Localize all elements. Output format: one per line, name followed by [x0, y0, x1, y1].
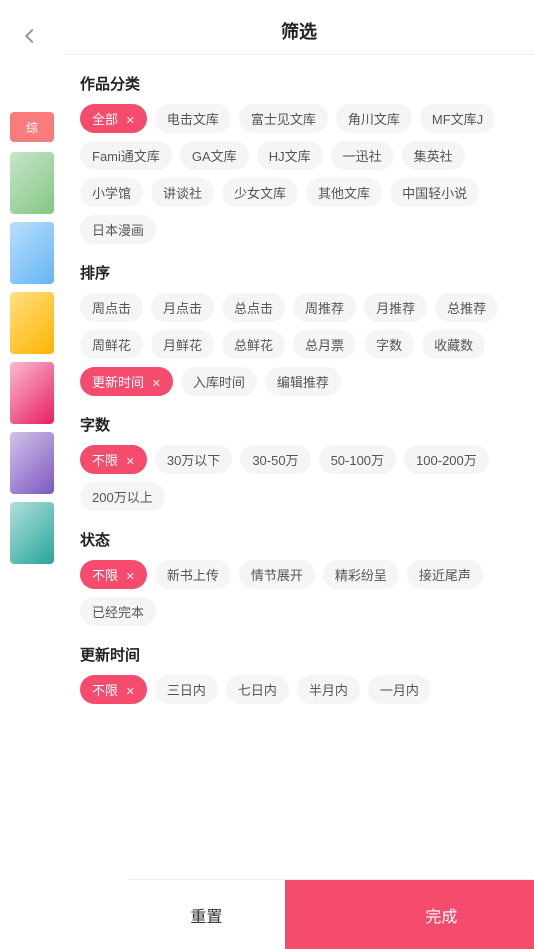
category-title: 作品分类: [80, 73, 518, 94]
tag-wordcount-100-200万[interactable]: 100-200万: [404, 445, 489, 474]
tag-category-ga文库[interactable]: GA文库: [180, 141, 249, 170]
tag-sort-总推荐[interactable]: 总推荐: [435, 293, 498, 322]
tag-wordcount-50-100万[interactable]: 50-100万: [319, 445, 396, 474]
updatetime-section: 更新时间 不限 ✕ 三日内 七日内 半月内 一月内: [80, 644, 518, 704]
tag-sort-更新时间[interactable]: 更新时间 ✕: [80, 367, 173, 396]
wordcount-section: 字数 不限 ✕ 30万以下 30-50万 50-100万 100-200万 20…: [80, 414, 518, 511]
side-book-2: [10, 222, 54, 284]
back-button[interactable]: [16, 20, 48, 52]
tag-status-精彩纷呈[interactable]: 精彩纷呈: [323, 560, 399, 589]
reset-button[interactable]: 重置: [128, 880, 285, 949]
tag-updatetime-不限[interactable]: 不限 ✕: [80, 675, 147, 704]
sort-title: 排序: [80, 262, 518, 283]
tag-wordcount-不限[interactable]: 不限 ✕: [80, 445, 147, 474]
tag-sort-月鲜花[interactable]: 月鲜花: [151, 330, 214, 359]
tag-category-少女文库[interactable]: 少女文库: [222, 178, 298, 207]
tag-sort-月推荐[interactable]: 月推荐: [364, 293, 427, 322]
updatetime-tags: 不限 ✕ 三日内 七日内 半月内 一月内: [80, 675, 518, 704]
side-images: [10, 152, 54, 564]
tag-category-其他文库[interactable]: 其他文库: [306, 178, 382, 207]
close-icon: ✕: [126, 686, 135, 698]
tag-category-角川文库[interactable]: 角川文库: [336, 104, 412, 133]
updatetime-title: 更新时间: [80, 644, 518, 665]
tag-status-接近尾声[interactable]: 接近尾声: [407, 560, 483, 589]
tag-sort-周鲜花[interactable]: 周鲜花: [80, 330, 143, 359]
tag-category-集英社[interactable]: 集英社: [402, 141, 465, 170]
tag-category-小学馆[interactable]: 小学馆: [80, 178, 143, 207]
category-tags: 全部 ✕ 电击文库 富士见文库 角川文库 MF文库J Fami通文库 GA文库 …: [80, 104, 518, 244]
status-tags: 不限 ✕ 新书上传 情节展开 精彩纷呈 接近尾声 已经完本: [80, 560, 518, 626]
side-book-5: [10, 432, 54, 494]
wordcount-tags: 不限 ✕ 30万以下 30-50万 50-100万 100-200万 200万以…: [80, 445, 518, 511]
tag-category-中国轻小说[interactable]: 中国轻小说: [390, 178, 479, 207]
status-section: 状态 不限 ✕ 新书上传 情节展开 精彩纷呈 接近尾声 已经完本: [80, 529, 518, 626]
tag-category-一迅社[interactable]: 一迅社: [331, 141, 394, 170]
confirm-button[interactable]: 完成: [285, 880, 534, 949]
page-header: 筛选: [64, 0, 534, 55]
chevron-left-icon: [25, 29, 39, 43]
tag-category-日本漫画[interactable]: 日本漫画: [80, 215, 156, 244]
tag-updatetime-一月内[interactable]: 一月内: [368, 675, 431, 704]
sort-tags: 周点击 月点击 总点击 周推荐 月推荐 总推荐 周鲜花 月鲜花 总鲜花 总月票 …: [80, 293, 518, 396]
tag-sort-总月票[interactable]: 总月票: [293, 330, 356, 359]
close-icon: ✕: [126, 456, 135, 468]
tag-category-全部[interactable]: 全部 ✕: [80, 104, 147, 133]
tag-sort-总点击[interactable]: 总点击: [222, 293, 285, 322]
tag-category-电击文库[interactable]: 电击文库: [155, 104, 231, 133]
side-book-3: [10, 292, 54, 354]
tag-status-新书上传[interactable]: 新书上传: [155, 560, 231, 589]
tag-category-fami通文库[interactable]: Fami通文库: [80, 141, 172, 170]
side-book-1: [10, 152, 54, 214]
tag-category-mf文库j[interactable]: MF文库J: [420, 104, 495, 133]
tag-category-富士见文库[interactable]: 富士见文库: [239, 104, 328, 133]
page-title: 筛选: [281, 22, 317, 42]
tag-wordcount-200万以上[interactable]: 200万以上: [80, 482, 165, 511]
tag-status-已经完本[interactable]: 已经完本: [80, 597, 156, 626]
tag-wordcount-30-50万[interactable]: 30-50万: [240, 445, 310, 474]
status-title: 状态: [80, 529, 518, 550]
wordcount-title: 字数: [80, 414, 518, 435]
tag-updatetime-三日内[interactable]: 三日内: [155, 675, 218, 704]
tag-sort-入库时间[interactable]: 入库时间: [181, 367, 257, 396]
main-panel: 筛选 作品分类 全部 ✕ 电击文库 富士见文库 角川文库 MF文库J Fami通…: [64, 0, 534, 949]
close-icon: ✕: [126, 571, 135, 583]
side-book-6: [10, 502, 54, 564]
tag-status-情节展开[interactable]: 情节展开: [239, 560, 315, 589]
tag-sort-总鲜花[interactable]: 总鲜花: [222, 330, 285, 359]
close-icon: ✕: [126, 115, 135, 127]
tag-category-讲谈社[interactable]: 讲谈社: [151, 178, 214, 207]
tag-wordcount-30万以下[interactable]: 30万以下: [155, 445, 232, 474]
side-tag: 综: [10, 112, 54, 142]
tag-sort-周点击[interactable]: 周点击: [80, 293, 143, 322]
tag-sort-月点击[interactable]: 月点击: [151, 293, 214, 322]
side-book-4: [10, 362, 54, 424]
tag-sort-编辑推荐[interactable]: 编辑推荐: [265, 367, 341, 396]
category-section: 作品分类 全部 ✕ 电击文库 富士见文库 角川文库 MF文库J Fami通文库 …: [80, 73, 518, 244]
tag-sort-字数[interactable]: 字数: [364, 330, 414, 359]
tag-category-hj文库[interactable]: HJ文库: [257, 141, 323, 170]
close-icon: ✕: [152, 378, 161, 390]
tag-updatetime-半月内[interactable]: 半月内: [297, 675, 360, 704]
back-panel: 综: [0, 0, 64, 949]
tag-status-不限[interactable]: 不限 ✕: [80, 560, 147, 589]
footer: 重置 完成: [128, 879, 534, 949]
filter-content: 作品分类 全部 ✕ 电击文库 富士见文库 角川文库 MF文库J Fami通文库 …: [64, 55, 534, 949]
tag-sort-周推荐[interactable]: 周推荐: [293, 293, 356, 322]
sort-section: 排序 周点击 月点击 总点击 周推荐 月推荐 总推荐 周鲜花 月鲜花 总鲜花 总…: [80, 262, 518, 396]
tag-sort-收藏数[interactable]: 收藏数: [422, 330, 485, 359]
tag-updatetime-七日内[interactable]: 七日内: [226, 675, 289, 704]
